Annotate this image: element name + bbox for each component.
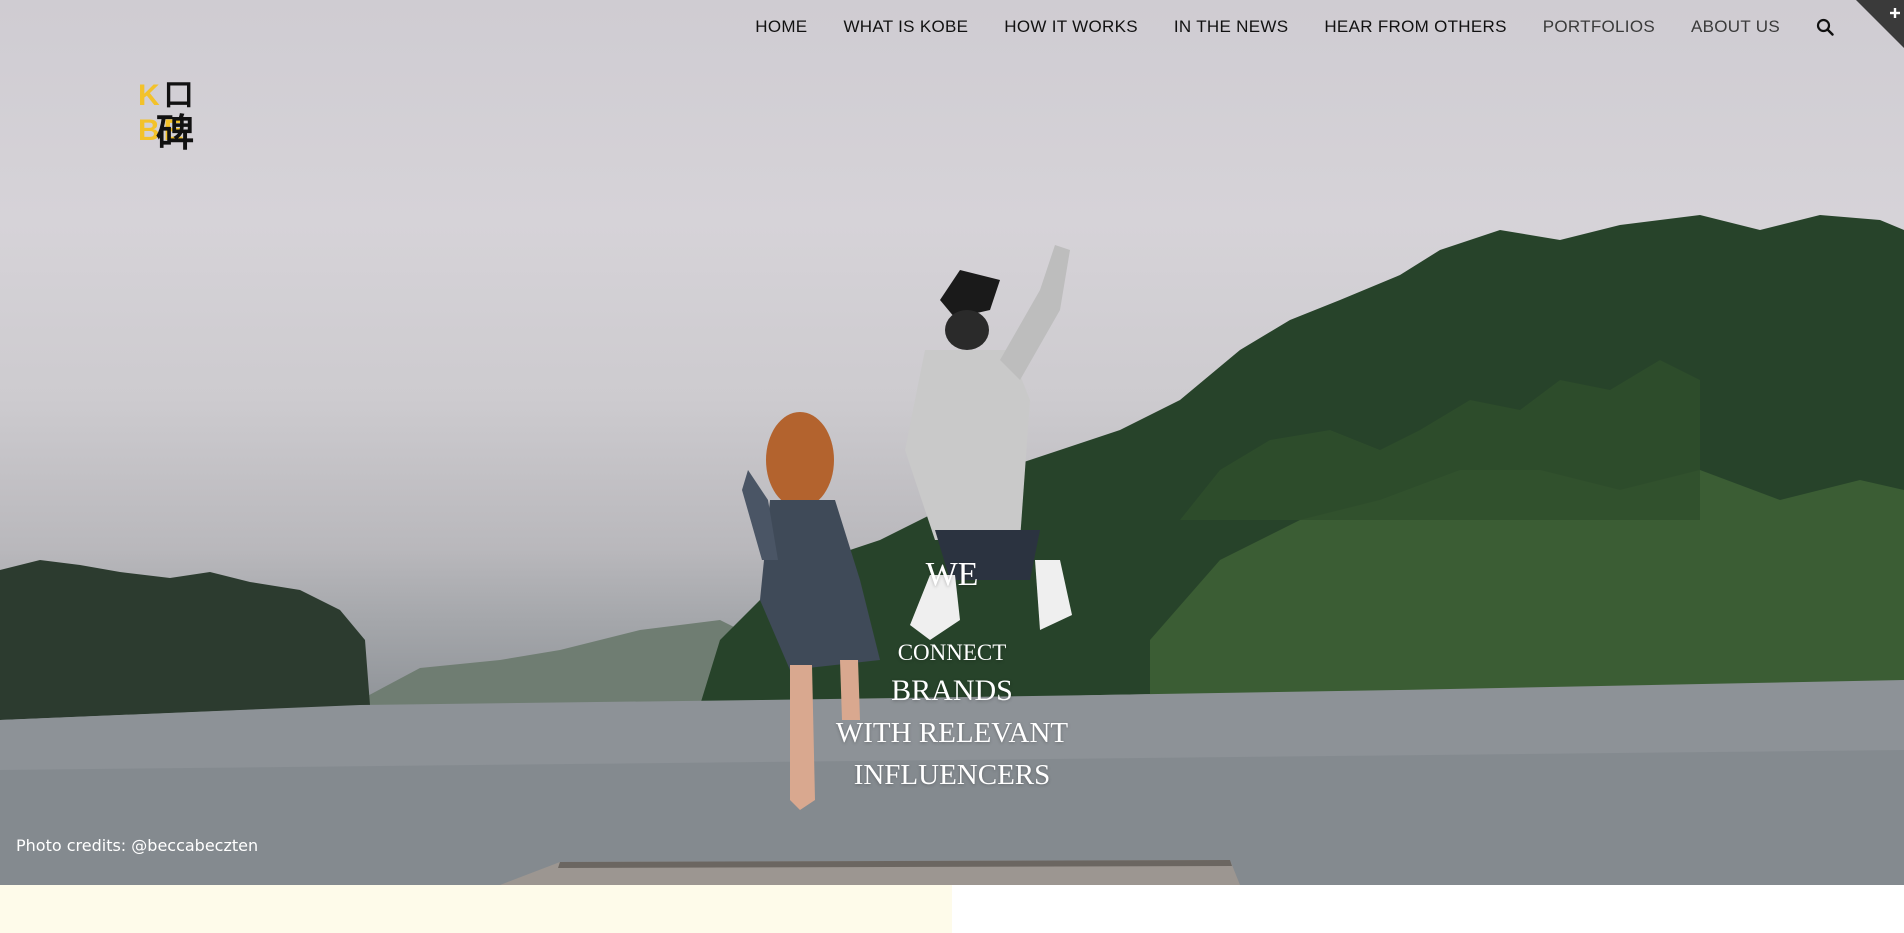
hero-background-image xyxy=(0,215,1904,885)
hero-section: HOME WHAT IS KOBE HOW IT WORKS IN THE NE… xyxy=(0,0,1904,885)
nav-what-is-kobe[interactable]: WHAT IS KOBE xyxy=(843,17,968,37)
nav-in-the-news[interactable]: IN THE NEWS xyxy=(1174,17,1288,37)
nav-home[interactable]: HOME xyxy=(755,17,807,37)
section-band-left xyxy=(0,885,952,933)
nav-hear-from-others[interactable]: HEAR FROM OTHERS xyxy=(1324,17,1506,37)
nav-portfolios[interactable]: PORTFOLIOS xyxy=(1543,17,1655,37)
tagline-line-5: INFLUENCERS xyxy=(853,759,1051,791)
tagline-line-3: BRANDS xyxy=(891,674,1013,707)
tagline-line-4: WITH RELEVANT xyxy=(835,717,1069,749)
logo-han-character: 碑 xyxy=(156,110,195,155)
nav-about-us[interactable]: ABOUT US xyxy=(1691,17,1780,37)
kobe-logo[interactable]: K口BE 碑 xyxy=(138,70,242,155)
tagline-line-2: CONNECT xyxy=(897,640,1007,665)
corner-expand-toggle[interactable] xyxy=(1856,0,1904,48)
section-band-right xyxy=(952,885,1904,933)
main-nav: HOME WHAT IS KOBE HOW IT WORKS IN THE NE… xyxy=(755,14,1834,40)
tagline-line-1: WE xyxy=(925,556,979,593)
nav-how-it-works[interactable]: HOW IT WORKS xyxy=(1004,17,1138,37)
photo-credits: Photo credits: @beccabeczten xyxy=(16,836,259,855)
search-icon[interactable] xyxy=(1816,18,1834,36)
